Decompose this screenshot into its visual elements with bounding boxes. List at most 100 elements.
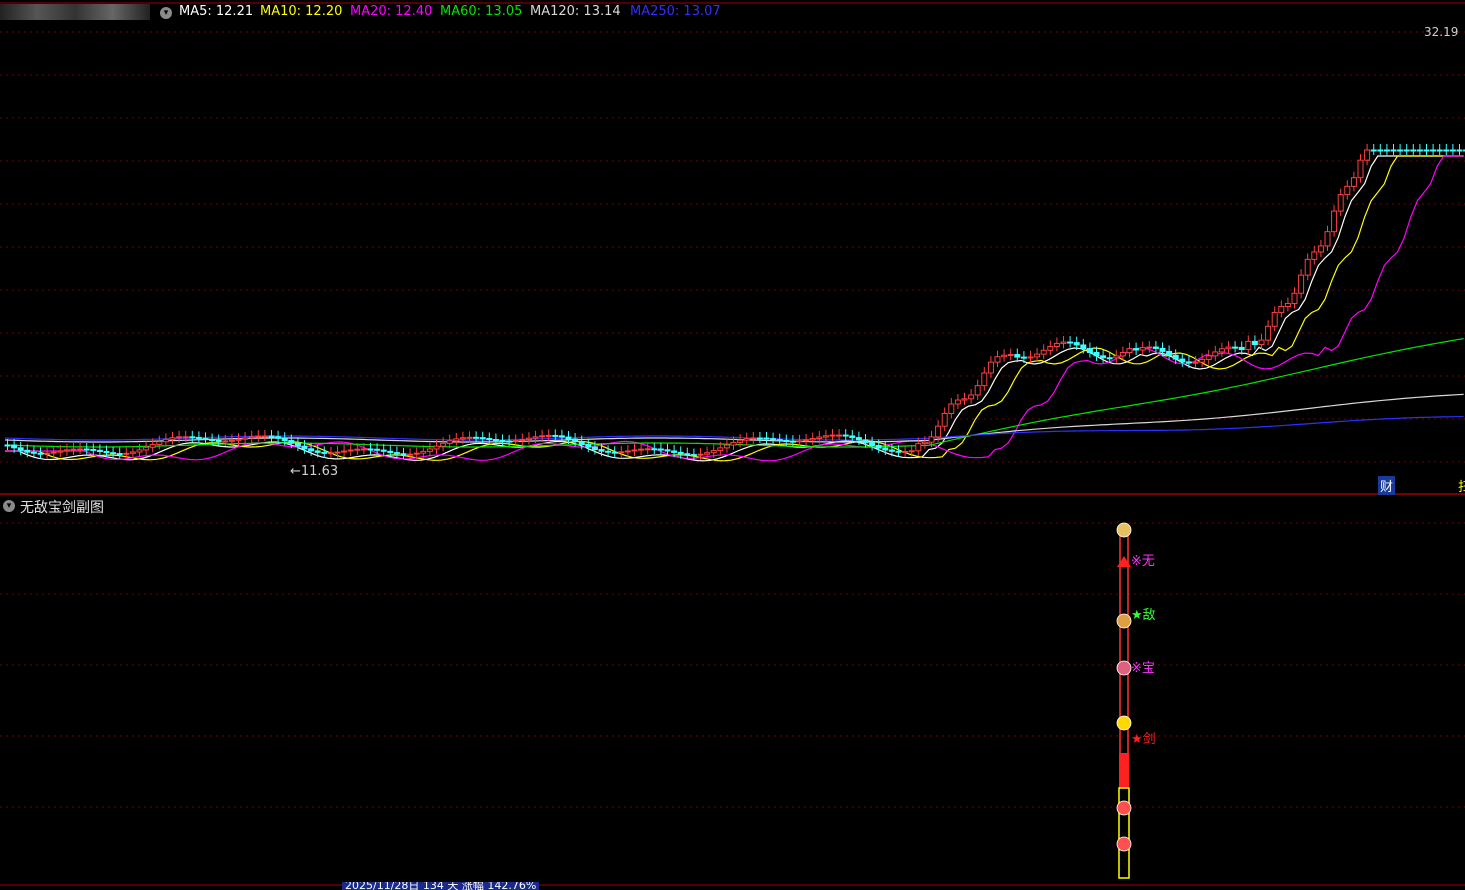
candle-body — [1298, 274, 1305, 294]
candle-body — [783, 440, 790, 443]
candle-body — [459, 437, 466, 440]
chevron-down-icon[interactable]: ▾ — [160, 7, 172, 19]
candle-body — [1034, 353, 1041, 358]
ball-icon — [1116, 800, 1132, 816]
candle-body — [281, 437, 288, 442]
candle-body — [440, 442, 447, 447]
candle-body — [697, 453, 704, 456]
candle-body — [849, 435, 856, 439]
ma250-line — [4, 416, 1464, 441]
candle-body — [888, 449, 895, 452]
candle-body — [1152, 346, 1159, 349]
candle-body — [242, 437, 249, 440]
candle-body — [182, 436, 189, 439]
candle-body — [677, 451, 684, 455]
candle-body — [90, 448, 97, 451]
candle-body — [789, 440, 796, 443]
chevron-down-icon[interactable]: ▾ — [3, 500, 15, 512]
candle-body — [624, 450, 631, 453]
candle-body — [1225, 346, 1232, 350]
candle-body — [578, 441, 585, 445]
candle-body — [737, 439, 744, 443]
candle-body — [974, 385, 981, 396]
stock-name-blurred — [0, 4, 150, 20]
candle-body — [657, 448, 664, 451]
date-info-bar: 2025/11/28日 134 天 涨幅 142.76% — [342, 882, 540, 890]
candle-body — [1073, 342, 1080, 346]
candle-body — [684, 453, 691, 456]
signal-label-jian: ★剑 — [1131, 732, 1156, 747]
candle-body — [479, 437, 486, 440]
candle-body — [1377, 149, 1384, 152]
signal-label-wu: ※无 — [1131, 554, 1155, 569]
candle-body — [525, 437, 532, 440]
candle-body — [644, 448, 651, 451]
candle-body — [829, 434, 836, 437]
candle-body — [83, 448, 90, 451]
candle-body — [961, 398, 968, 401]
ma5-label: MA5: 12.21 — [179, 4, 254, 19]
candle-body — [301, 445, 308, 450]
signal-label-bao: ※宝 — [1131, 661, 1155, 676]
candle-body — [268, 435, 275, 438]
candle-body — [407, 453, 414, 456]
candle-body — [1133, 348, 1140, 351]
candle-body — [948, 403, 955, 414]
candle-body — [1383, 149, 1390, 152]
candle-body — [426, 448, 433, 452]
candle-body — [618, 451, 625, 454]
candle-body — [4, 444, 11, 447]
candle-body — [176, 436, 183, 439]
candle-body — [341, 450, 348, 453]
candle-body — [1119, 352, 1126, 357]
candle-body — [770, 438, 777, 441]
candle-body — [1265, 325, 1272, 341]
ma250-label: MA250: 13.07 — [630, 4, 721, 19]
candle-body — [651, 448, 658, 451]
candle-body — [1350, 177, 1357, 187]
candle-body — [545, 434, 552, 437]
candle-body — [360, 448, 367, 451]
candle-body — [143, 446, 150, 451]
candle-body — [935, 425, 942, 438]
candle-body — [1060, 341, 1067, 344]
candle-body — [1205, 355, 1212, 361]
candle-body — [1053, 342, 1060, 347]
candle-body — [1311, 251, 1318, 260]
candle-body — [836, 434, 843, 437]
candle-body — [1007, 354, 1014, 357]
candle-body — [413, 452, 420, 455]
candle-body — [1410, 149, 1417, 152]
ma20-label: MA20: 12.40 — [350, 4, 433, 19]
candle-body — [195, 436, 202, 439]
candle-body — [1370, 149, 1377, 152]
candle-body — [1245, 340, 1252, 351]
candle-body — [202, 437, 209, 441]
candle-body — [248, 436, 255, 439]
candle-body — [1317, 245, 1324, 253]
candle-body — [1423, 149, 1430, 152]
candle-body — [1397, 149, 1404, 152]
candle-body — [110, 452, 117, 455]
candle-body — [552, 434, 559, 437]
candle-body — [1067, 341, 1074, 344]
candle-body — [539, 435, 546, 438]
candle-body — [1212, 351, 1219, 357]
candle-body — [1080, 344, 1087, 350]
candle-body — [129, 451, 136, 454]
edge-tag[interactable]: 扫 — [1458, 476, 1465, 495]
candle-body — [1436, 149, 1443, 152]
candle-body — [294, 442, 301, 447]
candle-body — [44, 452, 51, 455]
candle-body — [17, 447, 24, 451]
candle-body — [446, 440, 453, 444]
candle-body — [24, 449, 31, 453]
candle-body — [809, 438, 816, 441]
candle-body — [1271, 311, 1278, 327]
kline-chart-canvas[interactable] — [0, 0, 1465, 890]
finance-tag[interactable]: 财 — [1378, 476, 1396, 495]
candle-body — [433, 445, 440, 450]
candle-body — [30, 451, 37, 454]
candle-body — [704, 452, 711, 455]
candle-body — [1146, 346, 1153, 349]
